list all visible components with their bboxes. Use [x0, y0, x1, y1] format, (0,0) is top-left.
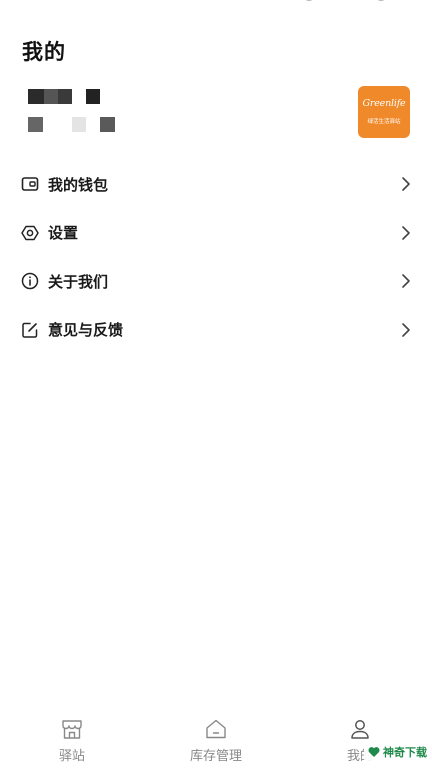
chevron-right-icon — [400, 273, 412, 289]
menu-item-label: 我的钱包 — [48, 175, 109, 194]
user-id-mosaic — [28, 117, 118, 132]
status-indicator — [378, 0, 384, 1]
menu-item-label: 意见与反馈 — [48, 321, 124, 340]
status-indicator — [306, 0, 312, 1]
watermark-text: 神奇下载 — [383, 746, 427, 759]
user-name-mosaic — [28, 89, 108, 104]
chevron-right-icon — [400, 322, 412, 338]
watermark: 神奇下载 — [364, 742, 431, 762]
edit-feedback-icon — [21, 321, 39, 339]
menu-list: 我的钱包 设置 关于我们 意见与反馈 — [0, 160, 432, 354]
menu-item-wallet[interactable]: 我的钱包 — [0, 160, 432, 209]
menu-item-feedback[interactable]: 意见与反馈 — [0, 306, 432, 355]
wallet-icon — [21, 175, 39, 193]
tab-label: 驿站 — [58, 749, 85, 764]
menu-item-label: 关于我们 — [48, 272, 109, 291]
chevron-right-icon — [400, 225, 412, 241]
tab-inventory[interactable]: 库存管理 — [166, 708, 266, 768]
avatar-logo-text: Greenlife — [362, 98, 406, 109]
info-icon — [21, 272, 39, 290]
menu-item-about[interactable]: 关于我们 — [0, 257, 432, 306]
menu-item-label: 设置 — [48, 224, 79, 243]
settings-hexagon-icon — [21, 224, 39, 242]
store-icon — [60, 717, 84, 741]
avatar[interactable]: Greenlife 绿活生活驿站 — [358, 86, 410, 138]
tab-label: 库存管理 — [189, 749, 242, 764]
chevron-right-icon — [400, 176, 412, 192]
avatar-logo-subtext: 绿活生活驿站 — [367, 119, 401, 125]
person-icon — [348, 717, 372, 741]
page-title: 我的 — [22, 40, 66, 64]
menu-item-settings[interactable]: 设置 — [0, 209, 432, 258]
watermark-heart-icon — [368, 743, 380, 762]
tab-station[interactable]: 驿站 — [22, 708, 122, 768]
home-icon — [204, 717, 228, 741]
status-bar — [0, 0, 432, 14]
